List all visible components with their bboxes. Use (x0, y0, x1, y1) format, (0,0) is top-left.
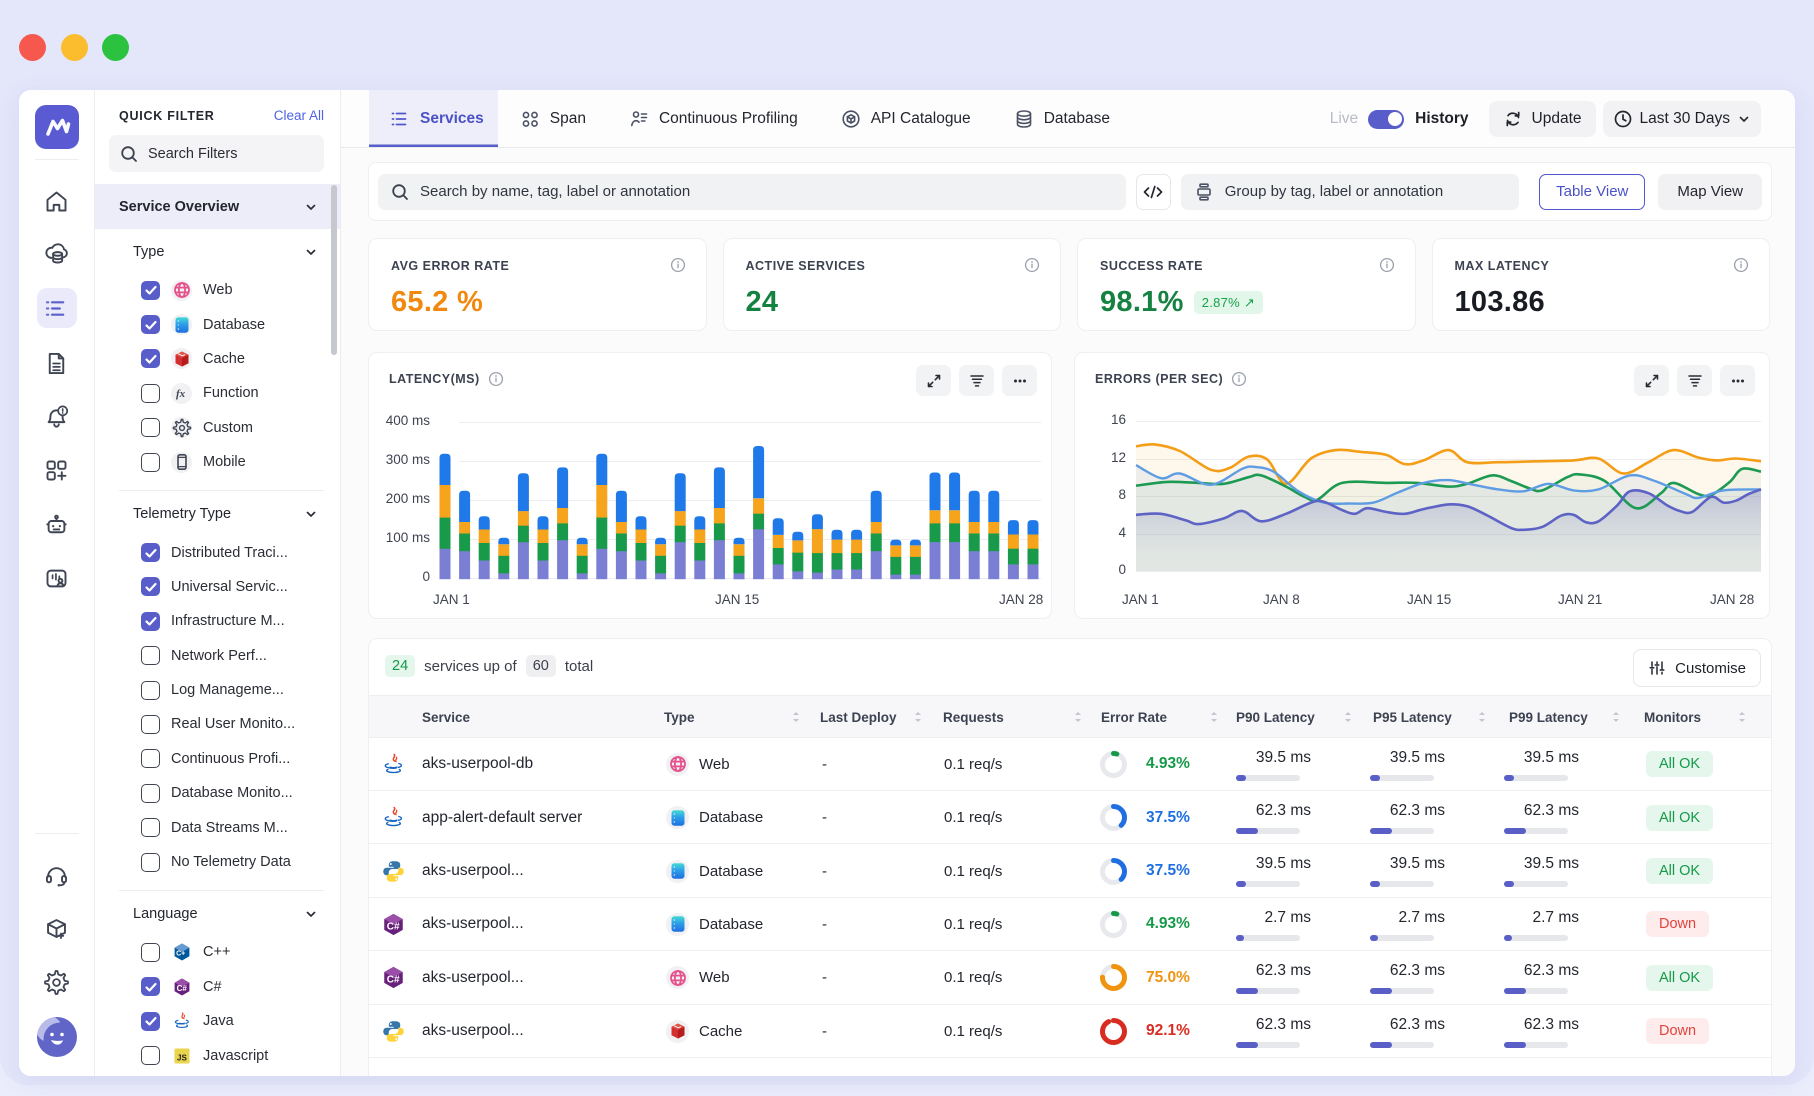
svg-text:JS: JS (177, 1053, 187, 1062)
svg-text:C#: C# (387, 921, 400, 932)
svg-text:fx: fx (176, 388, 186, 400)
svg-text:C+: C+ (176, 951, 185, 958)
svg-text:C#: C# (176, 984, 187, 993)
svg-text:C#: C# (387, 975, 400, 986)
